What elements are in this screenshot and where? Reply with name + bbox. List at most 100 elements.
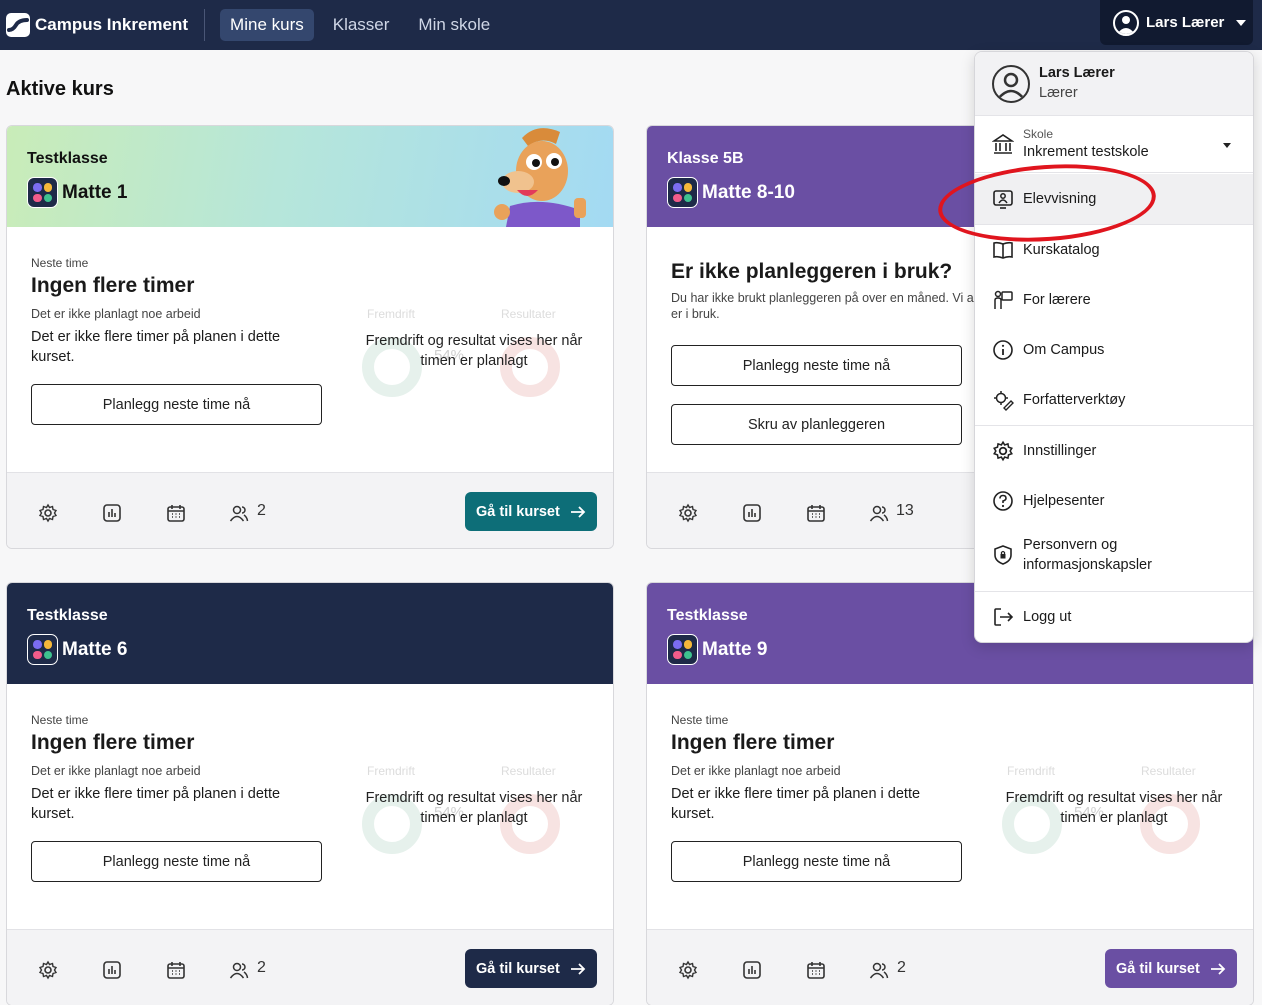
math-course-icon [667, 177, 698, 208]
planner-prompt-title: Er ikke planleggeren i bruk? [671, 260, 953, 283]
chevron-down-icon [1236, 19, 1247, 26]
brand-name: Campus Inkrement [35, 15, 189, 34]
logout-icon [994, 608, 1014, 626]
school-value: Inkrement testskole [1023, 144, 1149, 160]
students-icon[interactable] [229, 960, 249, 980]
progress-label: Fremdrift [1007, 764, 1055, 778]
calendar-icon[interactable] [166, 503, 186, 523]
results-label: Resultater [1141, 764, 1196, 778]
nav-klasser[interactable]: Klasser [323, 9, 400, 41]
arrow-right-icon [570, 962, 586, 975]
campus-logo-icon [6, 13, 30, 37]
go-to-course-label: Gå til kurset [476, 503, 560, 520]
school-building-icon [992, 134, 1014, 154]
stats-icon[interactable] [742, 503, 762, 523]
plan-next-lesson-button[interactable]: Planlegg neste time nå [31, 384, 322, 425]
stats-icon[interactable] [102, 503, 122, 523]
menu-item-elevvisning[interactable]: Elevvisning [975, 174, 1253, 224]
nav-mine-kurs[interactable]: Mine kurs [220, 9, 314, 41]
menu-item-personvern[interactable]: Personvern og informasjonskapsler [975, 526, 1253, 584]
calendar-icon[interactable] [806, 960, 826, 980]
gear-icon [993, 440, 1013, 462]
plan-next-lesson-button[interactable]: Planlegg neste time nå [671, 345, 962, 386]
gear-icon[interactable] [678, 503, 698, 523]
progress-label: Fremdrift [367, 764, 415, 778]
nav-min-skole[interactable]: Min skole [408, 9, 500, 41]
menu-item-label: Personvern og informasjonskapsler [1023, 537, 1152, 573]
arrow-right-icon [570, 505, 586, 518]
student-view-icon [993, 190, 1013, 209]
course-card: Testklasse Matte 9 Neste time Ingen fler… [646, 582, 1254, 1005]
gear-icon[interactable] [678, 960, 698, 980]
students-icon[interactable] [869, 503, 889, 523]
menu-item-label: For lærere [1023, 292, 1091, 308]
progress-label: Fremdrift [367, 307, 415, 321]
user-name: Lars Lærer [1146, 14, 1225, 31]
privacy-shield-icon [994, 545, 1012, 565]
planner-prompt-line-1: Du har ikke brukt planleggeren på over e… [671, 291, 974, 305]
disable-planner-button[interactable]: Skru av planleggeren [671, 404, 962, 445]
user-menu-button[interactable]: Lars Lærer [1100, 0, 1253, 45]
math-course-icon [27, 634, 58, 665]
lesson-description: Det er ikke flere timer på planen i dett… [31, 786, 281, 822]
card-body: Neste time Ingen flere timer Det er ikke… [7, 684, 613, 929]
go-to-course-button[interactable]: Gå til kurset [465, 492, 597, 531]
go-to-course-label: Gå til kurset [476, 960, 560, 977]
gear-icon[interactable] [38, 503, 58, 523]
student-count: 2 [257, 502, 266, 519]
menu-item-om-campus[interactable]: Om Campus [975, 325, 1253, 375]
math-course-icon [27, 177, 58, 208]
brand-logo[interactable]: Campus Inkrement [6, 13, 188, 37]
card-course-name: Matte 9 [702, 638, 768, 660]
planner-prompt-line-2: er i bruk. [671, 307, 720, 321]
menu-item-kurskatalog[interactable]: Kurskatalog [975, 225, 1253, 275]
card-class-name: Testklasse [27, 607, 108, 624]
next-lesson-label: Neste time [31, 713, 89, 727]
menu-item-forfatterverktoy[interactable]: Forfatterverktøy [975, 375, 1253, 425]
card-course-name: Matte 6 [62, 638, 128, 660]
results-label: Resultater [501, 764, 556, 778]
next-lesson-title: Ingen flere timer [31, 731, 195, 754]
stats-icon[interactable] [742, 960, 762, 980]
school-selector[interactable]: Skole Inkrement testskole [975, 116, 1253, 173]
arrow-right-icon [1210, 962, 1226, 975]
calendar-icon[interactable] [806, 503, 826, 523]
school-label: Skole [1023, 127, 1054, 141]
students-icon[interactable] [229, 503, 249, 523]
stats-placeholder-message: Fremdrift og resultat vises her når time… [365, 333, 583, 369]
menu-item-label: Om Campus [1023, 342, 1105, 358]
stats-placeholder-message: Fremdrift og resultat vises her når time… [1005, 790, 1223, 826]
page-title: Aktive kurs [6, 78, 114, 100]
lesson-description: Det er ikke flere timer på planen i dett… [31, 329, 281, 365]
course-card: Testklasse Matte 1 Neste time Ingen fler… [6, 125, 614, 549]
menu-item-for-laerere[interactable]: For lærere [975, 275, 1253, 325]
card-body: Neste time Ingen flere timer Det er ikke… [647, 684, 1253, 929]
card-body: Neste time Ingen flere timer Det er ikke… [7, 227, 613, 472]
author-tools-icon [994, 391, 1014, 411]
math-course-icon [667, 634, 698, 665]
stats-icon[interactable] [102, 960, 122, 980]
card-header[interactable]: Testklasse Matte 6 [7, 583, 613, 684]
next-lesson-label: Neste time [31, 256, 89, 270]
students-icon[interactable] [869, 960, 889, 980]
results-label: Resultater [501, 307, 556, 321]
user-dropdown-menu: Lars Lærer Lærer Skole Inkrement testsko… [974, 51, 1254, 643]
card-header[interactable]: Testklasse Matte 1 [7, 126, 613, 227]
menu-item-logg-ut[interactable]: Logg ut [975, 592, 1253, 642]
go-to-course-button[interactable]: Gå til kurset [1105, 949, 1237, 988]
mascot-illustration [494, 128, 586, 227]
go-to-course-button[interactable]: Gå til kurset [465, 949, 597, 988]
menu-user-role: Lærer [1039, 85, 1078, 101]
gear-icon[interactable] [38, 960, 58, 980]
menu-item-innstillinger[interactable]: Innstillinger [975, 426, 1253, 476]
user-avatar-icon [992, 65, 1030, 103]
menu-item-hjelpesenter[interactable]: Hjelpesenter [975, 476, 1253, 526]
user-avatar-icon [1113, 9, 1139, 36]
teacher-icon [994, 290, 1013, 309]
student-count: 13 [896, 502, 914, 519]
plan-next-lesson-button[interactable]: Planlegg neste time nå [31, 841, 322, 882]
calendar-icon[interactable] [166, 960, 186, 980]
next-lesson-title: Ingen flere timer [31, 274, 195, 297]
go-to-course-label: Gå til kurset [1116, 960, 1200, 977]
plan-next-lesson-button[interactable]: Planlegg neste time nå [671, 841, 962, 882]
